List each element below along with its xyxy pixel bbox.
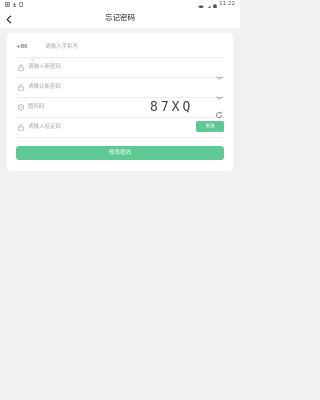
battery-outline-icon <box>19 1 23 7</box>
confirm-password-row: 请输认新密码 <box>16 78 224 100</box>
send-code-button[interactable]: 发送 <box>196 121 224 132</box>
phone-row: +86 请输入手机号 <box>16 38 224 62</box>
status-right-icons: 11:22 <box>198 0 235 10</box>
captcha-input[interactable]: 图形码 <box>28 98 45 117</box>
lock-icon <box>17 124 24 131</box>
phone-input[interactable]: 请输入手机号 <box>45 38 78 57</box>
new-password-input[interactable]: 请输入新密码 <box>28 58 61 77</box>
submit-button[interactable]: 修改密码 <box>16 146 224 160</box>
page-title: 忘记密码 <box>105 13 135 22</box>
new-password-row: 请输入新密码 <box>16 58 224 80</box>
notification-icon <box>5 1 10 7</box>
shield-icon <box>17 104 24 111</box>
captcha-row: 图形码 87XQ <box>16 98 224 118</box>
country-code-select[interactable]: +86 <box>16 38 28 57</box>
header: 忘记密码 <box>0 8 240 28</box>
refresh-icon[interactable] <box>215 104 223 118</box>
confirm-password-input[interactable]: 请输认新密码 <box>28 78 61 97</box>
captcha-image[interactable]: 87XQ <box>150 98 193 117</box>
forgot-password-card: +86 请输入手机号 请输入新密码 请输认新密码 图形码 87XQ 请输入验证码… <box>7 33 233 171</box>
status-time: 11:22 <box>219 1 235 7</box>
download-icon <box>12 2 17 7</box>
status-bar: 11:22 <box>0 0 240 10</box>
lock-icon <box>17 64 24 71</box>
status-left-icons <box>5 0 23 8</box>
eye-closed-icon[interactable] <box>216 65 223 80</box>
sms-code-row: 请输入验证码 发送 <box>16 118 224 138</box>
eye-closed-icon[interactable] <box>216 85 223 100</box>
sms-code-input[interactable]: 请输入验证码 <box>28 118 61 137</box>
lock-icon <box>17 84 24 91</box>
